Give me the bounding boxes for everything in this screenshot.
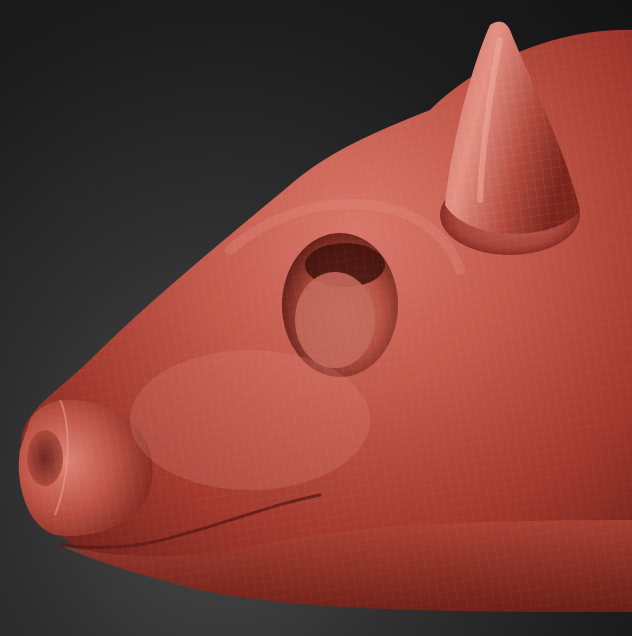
3d-viewport[interactable] xyxy=(0,0,632,636)
sculpt-model-render[interactable] xyxy=(0,0,632,636)
